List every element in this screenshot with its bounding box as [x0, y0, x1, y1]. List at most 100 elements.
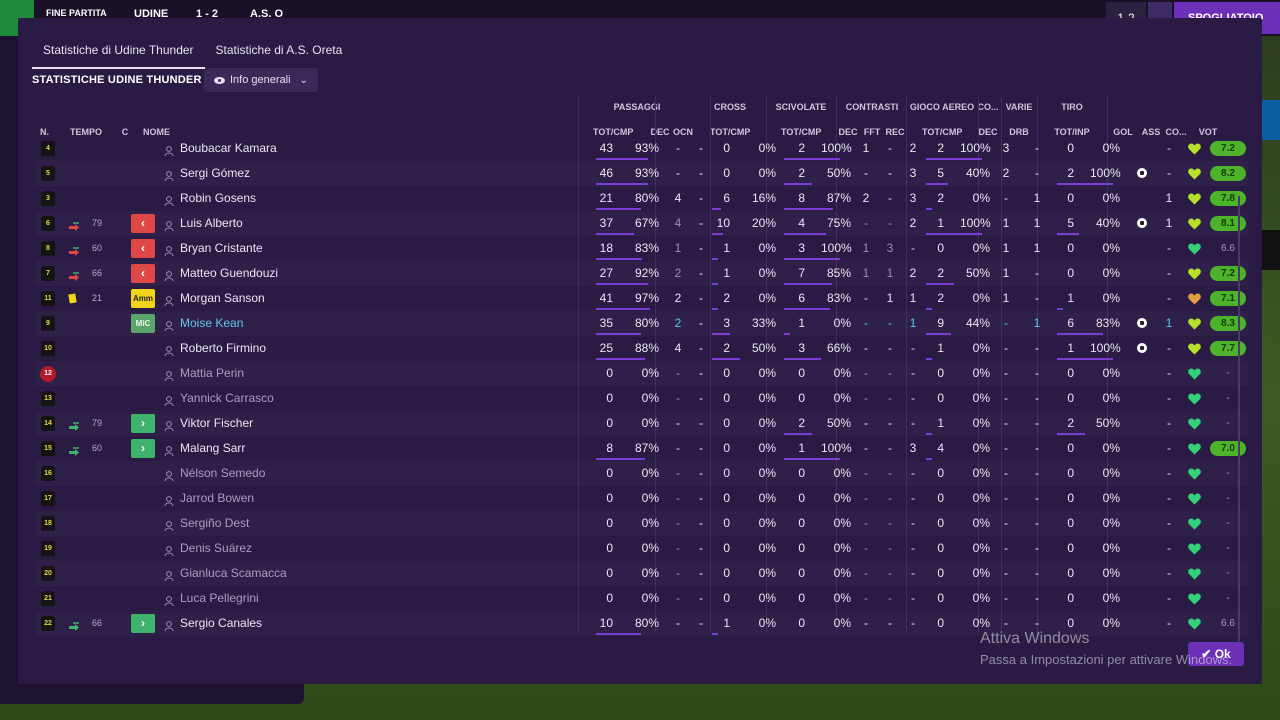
player-name[interactable]: Bryan Cristante [180, 236, 263, 261]
stat-value: 0% [1102, 616, 1120, 630]
tackle-completion-bar [784, 458, 840, 460]
table-row[interactable]: 9 MiC Moise Kean 35 80% 2-3 33% 1 0% - -1 9 44% -1 6 83… [36, 311, 1248, 336]
sub-out-badge[interactable]: ‹ [131, 239, 155, 258]
pass-completion-bar [596, 233, 634, 235]
player-name[interactable]: Denis Suárez [180, 536, 252, 561]
shirt-number-icon: 4 [41, 141, 55, 156]
table-row[interactable]: 7 66 ‹ Matteo Guendouzi 27 92% 2-1 0% 7 85% 1 1 2 2 50… [36, 261, 1248, 286]
tab-home-stats[interactable]: Statistiche di Udine Thunder [32, 40, 205, 69]
position-badge[interactable]: MiC [131, 314, 155, 333]
player-name[interactable]: Sergi Gómez [180, 161, 250, 186]
player-name[interactable]: Sergiño Dest [180, 511, 249, 536]
player-name[interactable]: Viktor Fischer [180, 411, 253, 436]
table-row[interactable]: 16 Nélson Semedo 0 0% - -0 0% 0 0% - - -0 0% - -0 0% - - [36, 461, 1248, 486]
player-profile-icon [164, 218, 174, 232]
sub-minute: 66 [91, 268, 102, 278]
stat-value: 2 [1002, 166, 1010, 180]
stat-value: 0% [758, 516, 776, 530]
stat-value: 1 [1002, 291, 1010, 305]
player-name[interactable]: Gianluca Scamacca [180, 561, 287, 586]
table-row[interactable]: 20 Gianluca Scamacca 0 0% - -0 0% 0 0% - - -0 0% - -0 0… [36, 561, 1248, 586]
table-row[interactable]: 4 Boubacar Kamara 43 93% - -0 0% 2 100% 1-2 2 100% 3… [36, 136, 1248, 161]
table-row[interactable]: 12 Mattia Perin 0 0% - -0 0% 0 0% - - -0 0% - -0 0% - - [36, 361, 1248, 386]
cross-completion-bar [712, 333, 730, 335]
stat-value: 0% [833, 566, 851, 580]
player-profile-icon [164, 143, 174, 157]
section-title: STATISTICHE UDINE THUNDER [32, 74, 202, 86]
sub-in-badge[interactable]: › [131, 614, 155, 633]
goal-ball-icon [1137, 343, 1147, 353]
scrollbar[interactable] [1238, 196, 1240, 644]
stat-value: 0 [937, 541, 944, 555]
player-name[interactable]: Jarrod Bowen [180, 486, 254, 511]
table-row[interactable]: 19 Denis Suárez 0 0% - -0 0% 0 0% - - -0 0% - -0 0% - - [36, 536, 1248, 561]
stat-value: 0% [758, 466, 776, 480]
player-name[interactable]: Morgan Sanson [180, 286, 265, 311]
cross-completion-bar [712, 233, 723, 235]
table-row[interactable]: 14 79 › Viktor Fischer 0 0% - -0 0% 2 50% - - -1 0% - -2… [36, 411, 1248, 436]
player-name[interactable]: Mattia Perin [180, 361, 244, 386]
sub-in-badge[interactable]: › [131, 439, 155, 458]
player-rating: 7.7 [1210, 341, 1246, 356]
pass-completion-bar [596, 183, 648, 185]
player-name[interactable]: Moise Kean [180, 311, 243, 336]
aerial-completion-bar [926, 433, 932, 435]
player-profile-icon [164, 418, 174, 432]
player-name[interactable]: Malang Sarr [180, 436, 245, 461]
eye-icon [214, 76, 225, 84]
player-rating: - [1226, 568, 1230, 579]
stat-value: 0% [758, 616, 776, 630]
sub-out-badge[interactable]: ‹ [131, 214, 155, 233]
table-row[interactable]: 17 Jarrod Bowen 0 0% - -0 0% 0 0% - - -0 0% - -0 0% - - [36, 486, 1248, 511]
player-name[interactable]: Robin Gosens [180, 186, 256, 211]
table-row[interactable]: 15 60 › Malang Sarr 8 87% - -0 0% 1 100% - -3 4 0% - -0 0… [36, 436, 1248, 461]
stat-value: 0% [641, 591, 659, 605]
yellow-card-icon [68, 293, 77, 304]
stat-value: 0% [1102, 241, 1120, 255]
player-name[interactable]: Matteo Guendouzi [180, 261, 278, 286]
player-name[interactable]: Luca Pellegrini [180, 586, 259, 611]
condition-heart-icon [1188, 167, 1201, 180]
player-name[interactable]: Yannick Carrasco [180, 386, 274, 411]
table-row[interactable]: 21 Luca Pellegrini 0 0% - -0 0% 0 0% - - -0 0% - -0 0% -… [36, 586, 1248, 611]
player-name[interactable]: Sergio Canales [180, 611, 262, 636]
sub-minute: 60 [91, 443, 102, 453]
table-row[interactable]: 18 Sergiño Dest 0 0% - -0 0% 0 0% - - -0 0% - -0 0% - - [36, 511, 1248, 536]
stat-value: 0 [798, 466, 805, 480]
stat-value: 0 [937, 591, 944, 605]
sub-in-badge[interactable]: › [131, 414, 155, 433]
player-name[interactable]: Boubacar Kamara [180, 136, 277, 161]
sub-out-badge[interactable]: ‹ [131, 264, 155, 283]
player-name[interactable]: Nélson Semedo [180, 461, 265, 486]
shirt-number-icon: 20 [41, 566, 55, 581]
table-row[interactable]: 5 Sergi Gómez 46 93% - -0 0% 2 50% - -3 5 40% 2-2 100%… [36, 161, 1248, 186]
view-dropdown[interactable]: Info generali ⌄ [204, 68, 318, 92]
tab-away-stats[interactable]: Statistiche di A.S. Oreta [205, 40, 354, 69]
player-name[interactable]: Luis Alberto [180, 211, 243, 236]
player-rating: - [1226, 518, 1230, 529]
table-row[interactable]: 3 Robin Gosens 21 80% 4-6 16% 8 87% 2-3 2 0% -1 0 0% 1… [36, 186, 1248, 211]
stat-value: - [1167, 566, 1171, 580]
table-row[interactable]: 13 Yannick Carrasco 0 0% - -0 0% 0 0% - - -0 0% - -0 0%… [36, 386, 1248, 411]
stat-value: 16% [751, 191, 776, 205]
table-row[interactable]: 10 Roberto Firmino 25 88% 4-2 50% 3 66% - - -1 0% - -… [36, 336, 1248, 361]
condition-heart-icon [1188, 142, 1201, 155]
table-row[interactable]: 11 21 Amm Morgan Sanson 41 97% 2-2 0% 6 83% -1 1 2 0%… [36, 286, 1248, 311]
stat-value: 1 [1165, 191, 1173, 205]
stat-value: 0 [723, 566, 730, 580]
stat-value: 0% [972, 541, 990, 555]
stat-value: - [1004, 366, 1008, 380]
pass-completion-bar [596, 333, 641, 335]
condition-heart-icon [1188, 492, 1201, 505]
table-row[interactable]: 8 60 ‹ Bryan Cristante 18 83% 1-1 0% 3 100% 1 3-0 0%… [36, 236, 1248, 261]
stat-value: 0 [937, 466, 944, 480]
captain-badge[interactable]: Amm [131, 289, 155, 308]
group-header-passaggi: PASSAGGI [613, 102, 661, 112]
chevron-down-icon: ⌄ [299, 74, 308, 86]
player-rating: 7.8 [1210, 191, 1246, 206]
stat-value: 0% [1102, 591, 1120, 605]
player-name[interactable]: Roberto Firmino [180, 336, 266, 361]
shot-accuracy-bar [1057, 183, 1113, 185]
table-row[interactable]: 6 79 ‹ Luis Alberto 37 67% 4-10 20% 4 75% - -2 1 100%… [36, 211, 1248, 236]
player-profile-icon [164, 518, 174, 532]
